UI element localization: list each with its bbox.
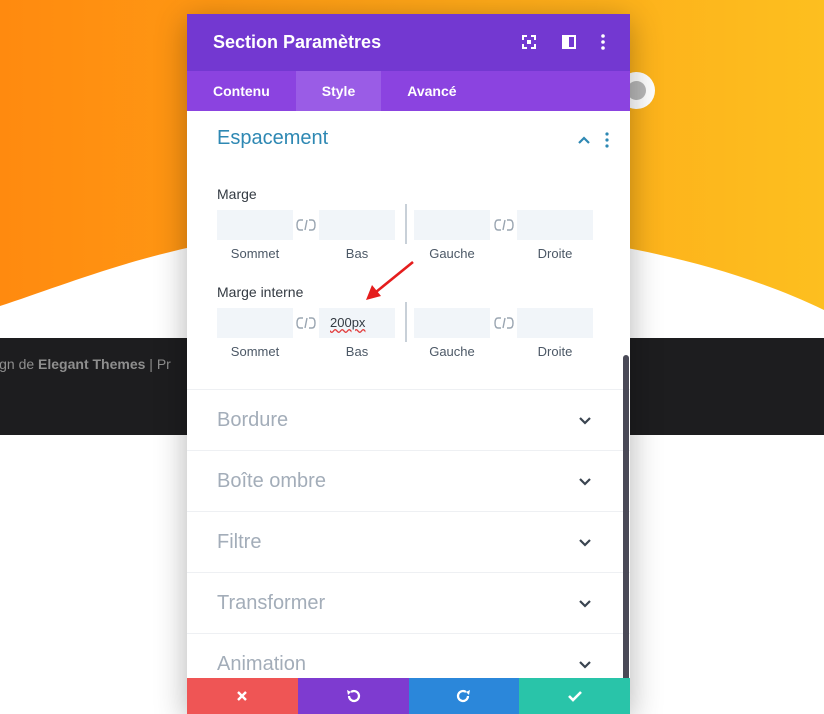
more-vertical-icon[interactable] — [593, 32, 613, 52]
margin-bottom-input[interactable] — [319, 210, 395, 240]
redo-icon — [456, 689, 470, 703]
undo-icon — [347, 689, 361, 703]
chevron-down-icon[interactable] — [578, 538, 592, 548]
toggle-bordure[interactable]: Bordure — [187, 389, 630, 451]
close-icon — [237, 691, 248, 701]
margin-top-label: Sommet — [230, 246, 280, 261]
link-icon[interactable] — [295, 218, 317, 232]
padding-right-input[interactable] — [517, 308, 593, 338]
margin-left-label: Gauche — [429, 246, 475, 261]
field-divider — [405, 302, 407, 342]
toggle-filtre[interactable]: Filtre — [187, 511, 630, 573]
footer-prefix: ign de — [0, 356, 35, 372]
spacing-section-title[interactable]: Espacement — [217, 127, 328, 150]
toggle-title: Filtre — [217, 531, 262, 553]
modal-tabs: Contenu Style Avancé — [187, 71, 630, 111]
toggle-title: Bordure — [217, 409, 289, 431]
fullscreen-icon[interactable] — [519, 32, 539, 52]
link-icon[interactable] — [493, 218, 515, 232]
padding-left-label: Gauche — [429, 344, 475, 359]
padding-bottom-input[interactable]: 200px — [319, 308, 395, 338]
scrollbar[interactable] — [623, 355, 629, 678]
field-divider — [405, 204, 407, 244]
padding-right-label: Droite — [537, 344, 573, 359]
padding-top-input[interactable] — [217, 308, 293, 338]
toggle-animation[interactable]: Animation — [187, 633, 630, 678]
toggle-title: Boîte ombre — [217, 470, 326, 492]
toggle-title: Animation — [217, 653, 306, 675]
toggle-transformer[interactable]: Transformer — [187, 572, 630, 634]
footer-suffix: | Pr — [145, 356, 171, 372]
margin-label: Marge — [217, 186, 257, 202]
padding-top-label: Sommet — [230, 344, 280, 359]
split-view-icon[interactable] — [559, 32, 579, 52]
save-button[interactable] — [519, 678, 630, 714]
margin-bottom-label: Bas — [345, 246, 369, 261]
tab-contenu[interactable]: Contenu — [187, 71, 296, 111]
section-options-icon[interactable] — [604, 132, 610, 148]
tab-avance[interactable]: Avancé — [381, 71, 482, 111]
chevron-up-icon[interactable] — [577, 135, 591, 145]
footer-brand-link[interactable]: Elegant Themes — [38, 356, 145, 372]
chevron-down-icon[interactable] — [578, 477, 592, 487]
footer-credit: ign de Elegant Themes | Pr — [0, 356, 171, 372]
margin-right-label: Droite — [537, 246, 573, 261]
toggle-title: Transformer — [217, 592, 326, 614]
cancel-button[interactable] — [187, 678, 298, 714]
padding-bottom-label: Bas — [345, 344, 369, 359]
chevron-down-icon[interactable] — [578, 599, 592, 609]
link-icon[interactable] — [493, 316, 515, 330]
check-icon — [567, 691, 582, 702]
tab-style[interactable]: Style — [295, 71, 382, 111]
link-icon[interactable] — [295, 316, 317, 330]
redo-button[interactable] — [408, 678, 520, 714]
padding-label: Marge interne — [217, 284, 304, 300]
modal-content: Espacement Marge Sommet Bas Gauche Droit… — [187, 111, 630, 678]
chevron-down-icon[interactable] — [578, 660, 592, 670]
margin-top-input[interactable] — [217, 210, 293, 240]
modal-header: Section Paramètres — [187, 14, 630, 71]
modal-title: Section Paramètres — [213, 32, 382, 52]
settings-modal: Section Paramètres Contenu Style Avancé … — [187, 14, 630, 714]
modal-footer — [187, 678, 630, 714]
undo-button[interactable] — [297, 678, 409, 714]
padding-left-input[interactable] — [414, 308, 490, 338]
margin-right-input[interactable] — [517, 210, 593, 240]
chevron-down-icon[interactable] — [578, 416, 592, 426]
margin-left-input[interactable] — [414, 210, 490, 240]
toggle-boite-ombre[interactable]: Boîte ombre — [187, 450, 630, 512]
